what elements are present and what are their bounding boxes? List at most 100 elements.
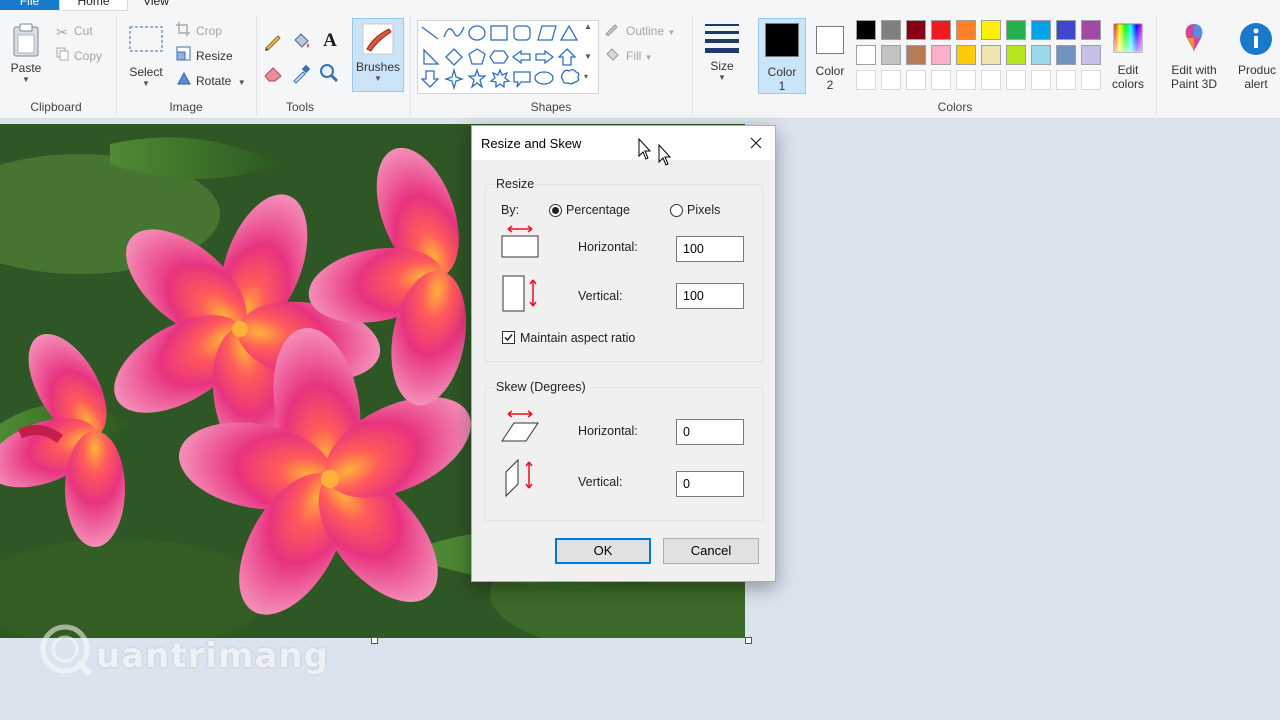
- magnifier-tool[interactable]: [318, 62, 342, 84]
- copy-icon: [56, 47, 74, 67]
- dialog-titlebar[interactable]: Resize and Skew: [472, 126, 775, 160]
- pencil-tool[interactable]: [262, 30, 286, 52]
- cut-label: Cut: [74, 24, 93, 38]
- paste-button[interactable]: Paste ▼: [6, 22, 46, 84]
- tools-group-label: Tools: [285, 100, 314, 114]
- color1-number: 1: [778, 79, 786, 93]
- ok-button[interactable]: OK: [555, 538, 651, 564]
- fill-label: Fill: [626, 49, 642, 63]
- custom-color-slot[interactable]: [1056, 70, 1076, 90]
- resize-button[interactable]: Resize: [176, 46, 233, 66]
- edit-with-paint3d-button[interactable]: Edit with Paint 3D: [1164, 22, 1224, 91]
- canvas-resize-handle-bottom[interactable]: [371, 637, 378, 644]
- color2-button[interactable]: Color 2: [808, 18, 852, 94]
- chevron-down-icon: ▼: [22, 75, 30, 84]
- fill-button[interactable]: Fill ▼: [604, 46, 653, 66]
- percentage-label[interactable]: Percentage: [566, 203, 630, 217]
- palette-swatch[interactable]: [931, 20, 951, 40]
- chevron-down-icon: ▼: [237, 78, 246, 87]
- palette-swatch[interactable]: [881, 20, 901, 40]
- copy-button[interactable]: Copy: [56, 46, 102, 66]
- maintain-aspect-checkbox[interactable]: [502, 331, 515, 344]
- pixels-label[interactable]: Pixels: [687, 203, 720, 217]
- palette-swatch[interactable]: [1081, 45, 1101, 65]
- palette-swatch[interactable]: [1081, 20, 1101, 40]
- ribbon: File Home View Paste ▼ ✂ Cut Copy Clipboa…: [0, 0, 1280, 119]
- skew-vertical-input[interactable]: 0: [676, 471, 744, 497]
- palette-swatch[interactable]: [856, 45, 876, 65]
- palette-swatch[interactable]: [856, 20, 876, 40]
- custom-color-slot[interactable]: [1031, 70, 1051, 90]
- palette-swatch[interactable]: [956, 20, 976, 40]
- tab-view[interactable]: View: [126, 0, 186, 10]
- palette-swatch[interactable]: [1056, 45, 1076, 65]
- tab-file[interactable]: File: [0, 0, 59, 10]
- select-label: Select: [129, 65, 163, 79]
- palette-swatch[interactable]: [956, 45, 976, 65]
- custom-color-slot[interactable]: [981, 70, 1001, 90]
- palette-swatch[interactable]: [1031, 45, 1051, 65]
- pixels-radio[interactable]: [670, 204, 683, 217]
- product-alert-label-1: Produc: [1238, 63, 1277, 77]
- watermark: uantrimang: [38, 622, 328, 678]
- palette-swatch[interactable]: [906, 20, 926, 40]
- custom-color-slot[interactable]: [1006, 70, 1026, 90]
- cut-button[interactable]: ✂ Cut: [56, 21, 93, 41]
- tab-home[interactable]: Home: [59, 0, 128, 11]
- text-tool-icon[interactable]: A: [318, 30, 342, 52]
- custom-color-slot[interactable]: [956, 70, 976, 90]
- color-picker-tool[interactable]: [290, 62, 314, 84]
- select-button[interactable]: Select ▼: [124, 24, 168, 88]
- size-button[interactable]: Size ▼: [700, 20, 744, 82]
- palette-swatch[interactable]: [1031, 20, 1051, 40]
- shapes-scroll-down-icon[interactable]: ▼: [584, 52, 592, 61]
- maintain-aspect-label[interactable]: Maintain aspect ratio: [520, 331, 635, 345]
- palette-swatch[interactable]: [1006, 45, 1026, 65]
- custom-color-slot[interactable]: [881, 70, 901, 90]
- select-rectangle-icon: [129, 26, 163, 52]
- rotate-button[interactable]: Rotate ▼: [176, 71, 246, 91]
- outline-pen-icon: [604, 22, 626, 42]
- percentage-radio[interactable]: [549, 204, 562, 217]
- cancel-button[interactable]: Cancel: [663, 538, 759, 564]
- shapes-expand-icon[interactable]: ▾: [584, 72, 588, 81]
- resize-horizontal-input[interactable]: 100: [676, 236, 744, 262]
- shapes-gallery[interactable]: [417, 20, 599, 94]
- palette-swatch[interactable]: [981, 45, 1001, 65]
- size-label: Size: [710, 59, 734, 73]
- edit-colors-label-1: Edit: [1117, 63, 1139, 77]
- brushes-button[interactable]: Brushes ▼: [352, 18, 404, 92]
- resize-vertical-input[interactable]: 100: [676, 283, 744, 309]
- crop-button[interactable]: Crop: [176, 21, 222, 41]
- palette-swatch[interactable]: [881, 45, 901, 65]
- color1-label: Color: [767, 65, 797, 79]
- skew-horizontal-input[interactable]: 0: [676, 419, 744, 445]
- palette-swatch[interactable]: [1056, 20, 1076, 40]
- palette-swatch[interactable]: [1006, 20, 1026, 40]
- chevron-down-icon: ▼: [374, 74, 382, 83]
- shapes-scroll-up-icon[interactable]: ▲: [584, 22, 592, 31]
- close-button[interactable]: [745, 132, 767, 154]
- resize-horizontal-icon: [501, 225, 539, 258]
- image-group-label: Image: [169, 100, 203, 114]
- shapes-group-label: Shapes: [530, 100, 572, 114]
- outline-button[interactable]: Outline ▼: [604, 21, 675, 41]
- separator: [410, 16, 411, 116]
- custom-color-slot[interactable]: [931, 70, 951, 90]
- edit-colors-button[interactable]: Edit colors: [1106, 22, 1150, 91]
- eraser-tool[interactable]: [262, 62, 286, 84]
- color1-button[interactable]: Color 1: [758, 18, 806, 94]
- fill-tool[interactable]: [290, 30, 314, 52]
- palette-swatch[interactable]: [981, 20, 1001, 40]
- product-alert-button[interactable]: Produc alert: [1232, 22, 1280, 91]
- fill-icon: [604, 47, 626, 67]
- custom-color-slot[interactable]: [1081, 70, 1101, 90]
- eraser-icon: [264, 67, 282, 82]
- custom-color-slot[interactable]: [906, 70, 926, 90]
- resize-horizontal-label: Horizontal:: [578, 240, 638, 254]
- canvas-resize-handle-corner[interactable]: [745, 637, 752, 644]
- tab-bar: File Home View: [0, 0, 1280, 11]
- palette-swatch[interactable]: [906, 45, 926, 65]
- palette-swatch[interactable]: [931, 45, 951, 65]
- custom-color-slot[interactable]: [856, 70, 876, 90]
